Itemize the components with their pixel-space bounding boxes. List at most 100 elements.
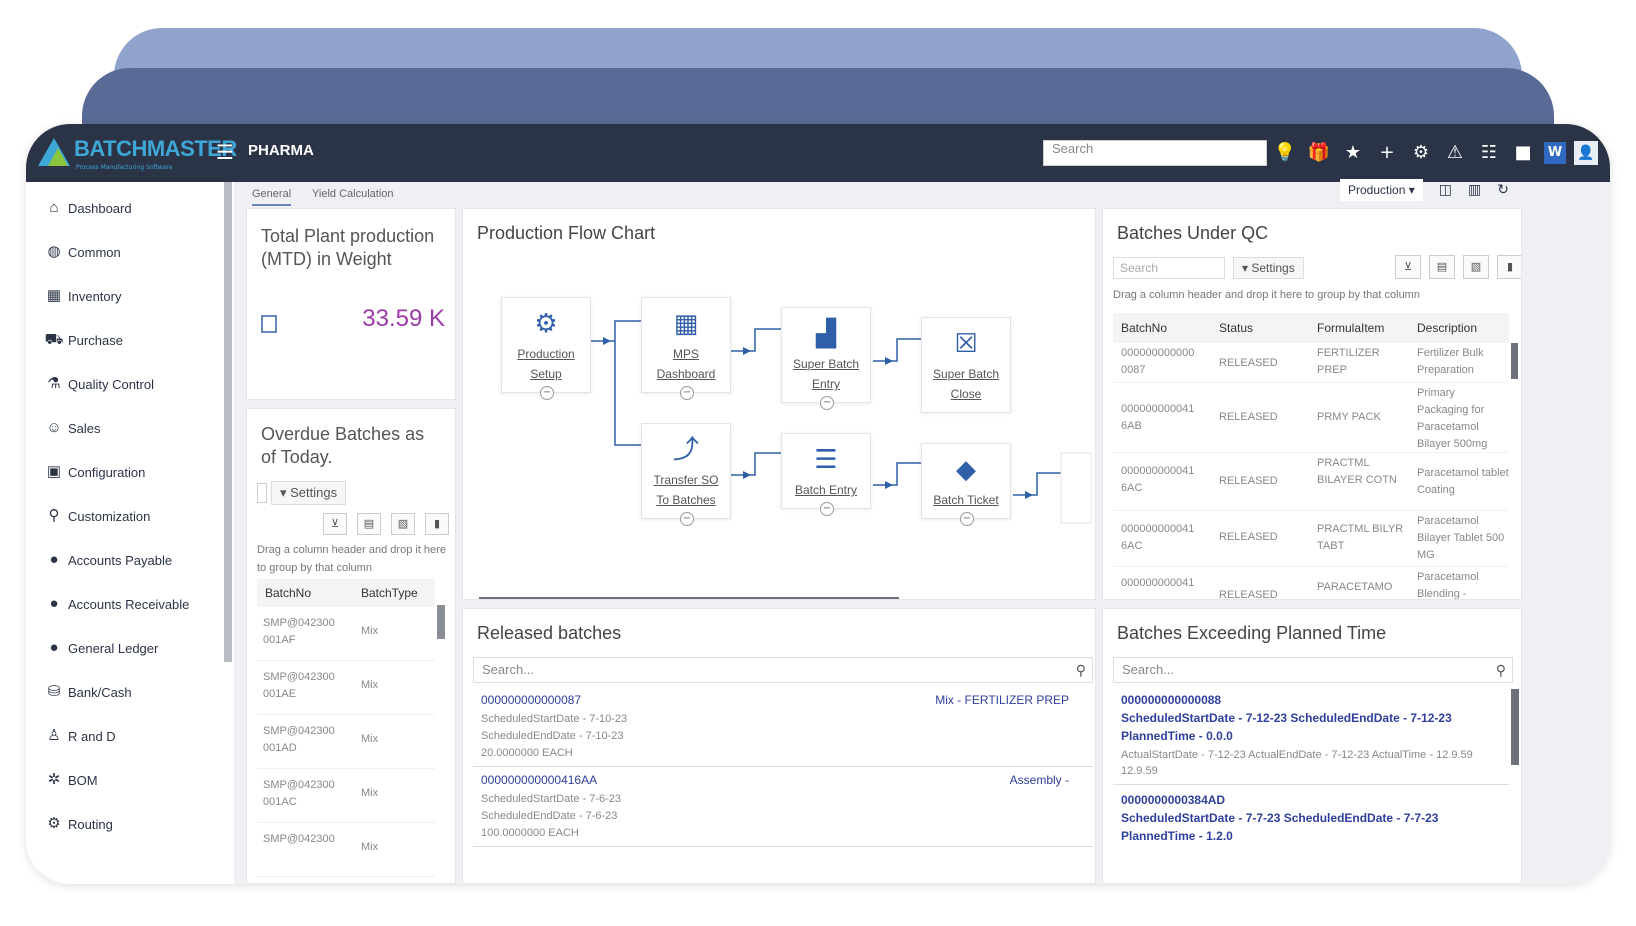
- sidebar-scrollbar[interactable]: [224, 182, 232, 662]
- sidebar-item-general-ledger[interactable]: ● General Ledger: [44, 636, 158, 660]
- search-icon[interactable]: ⚲: [1496, 658, 1506, 682]
- list-item[interactable]: 000000000000088 ScheduledStartDate - 7-1…: [1113, 687, 1509, 785]
- table-row[interactable]: 000000000041 RELEASED PARACETAMO Paracet…: [1113, 567, 1509, 599]
- released-search-input[interactable]: Search... ⚲: [473, 657, 1093, 683]
- sidebar-item-dashboard[interactable]: ⌂ Dashboard: [44, 196, 131, 220]
- list-item[interactable]: 000000000000416AA Assembly - ScheduledSt…: [473, 767, 1093, 847]
- sidebar-item-routing[interactable]: ⚙ Routing: [44, 812, 113, 836]
- bar-chart-icon[interactable]: ▥: [1468, 182, 1481, 198]
- qc-search-input[interactable]: Search: [1113, 257, 1225, 279]
- flow-node-super-batch-entry[interactable]: ▟ Super Batch Entry −: [781, 307, 871, 410]
- word-icon[interactable]: W: [1544, 142, 1566, 164]
- video-icon[interactable]: ■: [1510, 138, 1536, 168]
- collapse-icon[interactable]: −: [820, 396, 834, 410]
- pdf-icon[interactable]: ▧: [391, 513, 415, 535]
- table-row[interactable]: SMP@042300 001AC Mix: [257, 769, 435, 823]
- collapse-icon[interactable]: −: [540, 386, 554, 400]
- flow-node-batch-ticket[interactable]: ◆ Batch Ticket −: [921, 443, 1011, 526]
- tab-general[interactable]: General: [252, 188, 292, 206]
- sidebar-item-customization[interactable]: ⚲ Customization: [44, 504, 151, 528]
- columns-icon[interactable]: ▮: [1497, 255, 1521, 279]
- tab-yield-calculation[interactable]: Yield Calculation: [312, 188, 394, 200]
- overdue-scrollbar[interactable]: [437, 605, 445, 639]
- collapse-icon[interactable]: −: [960, 512, 974, 526]
- column-header-batchno[interactable]: BatchNo: [1121, 321, 1167, 335]
- filter-icon[interactable]: ⊻: [1395, 255, 1421, 279]
- search-icon[interactable]: ⚲: [1076, 658, 1086, 682]
- star-icon[interactable]: ★: [1340, 138, 1366, 168]
- sidebar-item-accounts-payable[interactable]: ● Accounts Payable: [44, 548, 172, 572]
- home-icon: ⌂: [49, 199, 59, 216]
- column-header-formulaitem[interactable]: FormulaItem: [1317, 321, 1384, 335]
- lightbulb-icon[interactable]: 💡: [1272, 138, 1298, 168]
- refresh-icon[interactable]: ↻: [1497, 182, 1509, 198]
- columns-icon[interactable]: ▮: [425, 513, 449, 535]
- sidebar-item-r-and-d[interactable]: ♙ R and D: [44, 724, 115, 748]
- table-row[interactable]: SMP@042300 Mix: [257, 823, 435, 877]
- sidebar-item-sales[interactable]: ☺ Sales: [44, 416, 100, 440]
- bank-icon: ⛁: [47, 683, 61, 700]
- flow-horizontal-scrollbar[interactable]: [479, 597, 899, 599]
- sidebar-item-bank-cash[interactable]: ⛁ Bank/Cash: [44, 680, 132, 704]
- column-header-status[interactable]: Status: [1219, 321, 1253, 335]
- brand-logo[interactable]: BATCHMASTER Process Manufacturing Softwa…: [34, 132, 237, 174]
- warning-icon[interactable]: ⚠: [1442, 138, 1468, 168]
- flow-node-mps-dashboard[interactable]: ▦ MPS Dashboard −: [641, 297, 731, 400]
- layout-icon[interactable]: ◫: [1439, 182, 1452, 198]
- table-row[interactable]: 000000000041 6AC RELEASED PRACTML BILAYE…: [1113, 453, 1509, 511]
- server-icon[interactable]: ☷: [1476, 138, 1502, 168]
- sidebar-item-inventory[interactable]: ▦ Inventory: [44, 284, 122, 308]
- sidebar-item-purchase[interactable]: ⛟ Purchase: [44, 328, 123, 352]
- flow-node-transfer-so[interactable]: ⤴ Transfer SO To Batches −: [641, 423, 731, 526]
- overdue-settings-button[interactable]: ▾ Settings: [271, 481, 347, 505]
- sidebar-item-quality-control[interactable]: ⚗ Quality Control: [44, 372, 154, 396]
- collapse-icon[interactable]: −: [680, 386, 694, 400]
- total-plant-checkbox[interactable]: [261, 315, 277, 333]
- sidebar-item-bom[interactable]: ✲ BOM: [44, 768, 98, 792]
- factory-icon: ▟: [816, 319, 836, 349]
- flow-node-batch-entry[interactable]: ☰ Batch Entry −: [781, 433, 871, 516]
- dashboard-toolbar: Production ▾ ◫ ▥ ↻: [1340, 176, 1530, 204]
- table-row[interactable]: SMP@042300 001AF Mix: [257, 607, 435, 661]
- pdf-icon[interactable]: ▧: [1463, 255, 1489, 279]
- column-header-description[interactable]: Description: [1417, 321, 1477, 335]
- exceeding-scrollbar[interactable]: [1511, 689, 1519, 765]
- export-icon[interactable]: ▤: [1429, 255, 1455, 279]
- gift-icon[interactable]: 🎁: [1306, 138, 1332, 168]
- share-icon: ⤴: [672, 435, 699, 465]
- column-header-batchtype[interactable]: BatchType: [361, 586, 418, 600]
- table-row[interactable]: 000000000041 6AC RELEASED PRACTML BILYR …: [1113, 511, 1509, 567]
- flow-node-production-setup[interactable]: ⚙ Production Setup −: [501, 297, 591, 400]
- flask-icon: ⚗: [47, 375, 61, 392]
- filter-icon[interactable]: ⊻: [323, 513, 347, 535]
- gear-icon[interactable]: ⚙: [1408, 138, 1434, 168]
- table-row[interactable]: SMP@042300 001AE Mix: [257, 661, 435, 715]
- released-scrollbar[interactable]: [1095, 689, 1096, 723]
- sidebar: ⌂ Dashboard ◍ Common ▦ Inventory ⛟ Purchase …: [26, 182, 234, 884]
- export-icon[interactable]: ▤: [357, 513, 381, 535]
- table-row[interactable]: 000000000041 6AB RELEASED PRMY PACK Prim…: [1113, 383, 1509, 453]
- table-row[interactable]: 000000000000 0087 RELEASED FERTILIZER PR…: [1113, 343, 1509, 383]
- exceeding-search-input[interactable]: Search... ⚲: [1113, 657, 1513, 683]
- qc-settings-button[interactable]: ▾ Settings: [1233, 257, 1304, 279]
- collapse-icon[interactable]: −: [820, 502, 834, 516]
- table-row[interactable]: SMP@042300 001AD Mix: [257, 715, 435, 769]
- user-avatar-icon[interactable]: 👤: [1574, 141, 1598, 165]
- hamburger-menu-icon[interactable]: ☰: [216, 142, 236, 162]
- globe-icon: ◍: [47, 243, 61, 260]
- sidebar-item-configuration[interactable]: ▣ Configuration: [44, 460, 145, 484]
- top-bar: BATCHMASTER Process Manufacturing Softwa…: [26, 124, 1610, 182]
- collapse-icon[interactable]: −: [680, 512, 694, 526]
- flow-node-super-batch-close[interactable]: ☒ Super Batch Close: [921, 317, 1011, 413]
- column-header-batchno[interactable]: BatchNo: [265, 586, 311, 600]
- sidebar-item-accounts-receivable[interactable]: ● Accounts Receivable: [44, 592, 189, 616]
- list-item[interactable]: 0000000000384AD ScheduledStartDate - 7-7…: [1113, 785, 1509, 855]
- list-item[interactable]: 000000000000087 Mix - FERTILIZER PREP Sc…: [473, 687, 1093, 767]
- global-search-input[interactable]: Search: [1043, 140, 1267, 166]
- module-select[interactable]: Production ▾: [1340, 179, 1423, 201]
- config-icon: ▣: [46, 463, 62, 480]
- overdue-select-checkbox[interactable]: [257, 483, 267, 503]
- plus-icon[interactable]: +: [1374, 138, 1400, 168]
- qc-scrollbar[interactable]: [1511, 343, 1518, 379]
- sidebar-item-common[interactable]: ◍ Common: [44, 240, 120, 264]
